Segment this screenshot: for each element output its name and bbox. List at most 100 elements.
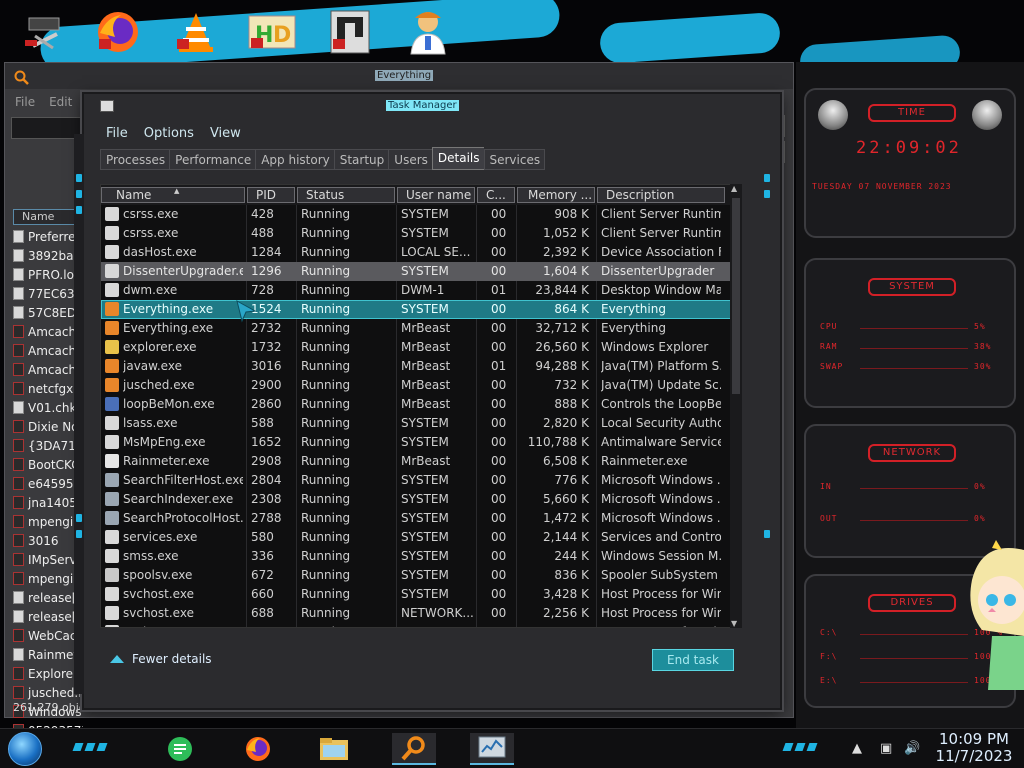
table-row[interactable]: loopBeMon.exe 2860 Running MrBeast 00 888 K Co… bbox=[101, 395, 741, 414]
scroll-up-icon[interactable]: ▲ bbox=[731, 184, 737, 193]
table-row[interactable]: csrss.exe 428 Running SYSTEM 00 908 K Client S… bbox=[101, 205, 741, 224]
column-header-status[interactable]: Status bbox=[297, 187, 395, 203]
table-row[interactable]: MsMpEng.exe 1652 Running SYSTEM 00 110,788 K A… bbox=[101, 433, 741, 452]
list-item[interactable]: IMpService bbox=[13, 550, 83, 569]
list-item[interactable]: Amcache.h bbox=[13, 360, 83, 379]
table-row[interactable]: explorer.exe 1732 Running MrBeast 00 26,560 K… bbox=[101, 338, 741, 357]
list-item[interactable]: ExplorerS bbox=[13, 664, 83, 683]
process-icon bbox=[105, 245, 119, 259]
table-row[interactable]: svchost.exe 776 Running LOCAL SE... 00 9,068 … bbox=[101, 623, 741, 627]
vertical-scrollbar[interactable]: ▲ ▼ bbox=[730, 184, 742, 628]
table-row[interactable]: smss.exe 336 Running SYSTEM 00 244 K Windows S… bbox=[101, 547, 741, 566]
tab-processes[interactable]: Processes bbox=[100, 149, 170, 170]
fewer-details-button[interactable]: Fewer details bbox=[110, 652, 212, 666]
taskbar-file-explorer[interactable] bbox=[312, 733, 356, 765]
table-row[interactable]: Everything.exe 2732 Running MrBeast 00 32,712… bbox=[101, 319, 741, 338]
hxd-desktop-icon[interactable]: HD bbox=[244, 6, 300, 58]
tab-users[interactable]: Users bbox=[388, 149, 432, 170]
list-item[interactable]: jna1405237 bbox=[13, 493, 83, 512]
list-item[interactable]: Rainmeter. bbox=[13, 645, 83, 664]
titlebar[interactable]: Task Manager bbox=[84, 94, 780, 120]
taskbar-everything[interactable] bbox=[392, 733, 436, 765]
table-row[interactable]: SearchFilterHost.exe 2804 Running SYSTEM 00 7… bbox=[101, 471, 741, 490]
tab-performance[interactable]: Performance bbox=[169, 149, 256, 170]
volume-icon[interactable]: 🔊 bbox=[904, 741, 920, 756]
cell-user: MrBeast bbox=[401, 340, 451, 354]
list-item[interactable]: release[1] bbox=[13, 588, 83, 607]
list-item[interactable]: e64595d9- bbox=[13, 474, 83, 493]
list-item[interactable]: release[1]. bbox=[13, 607, 83, 626]
column-header-name[interactable]: Name bbox=[13, 209, 83, 225]
taskbar-task-manager[interactable] bbox=[470, 733, 514, 765]
table-row[interactable]: Rainmeter.exe 2908 Running MrBeast 00 6,508 K… bbox=[101, 452, 741, 471]
column-header-memory[interactable]: Memory ... bbox=[517, 187, 595, 203]
list-item[interactable]: Dixie Norn bbox=[13, 417, 83, 436]
tab-app-history[interactable]: App history bbox=[255, 149, 334, 170]
table-row[interactable]: svchost.exe 688 Running NETWORK... 00 2,256 K… bbox=[101, 604, 741, 623]
list-item[interactable]: 57C8EDB9 bbox=[13, 303, 83, 322]
process-icon bbox=[105, 283, 119, 297]
menu-options[interactable]: Options bbox=[144, 126, 194, 141]
everything-titlebar[interactable]: Everything bbox=[5, 63, 793, 89]
list-item[interactable]: Amcache.h bbox=[13, 322, 83, 341]
table-row[interactable]: spoolsv.exe 672 Running SYSTEM 00 836 K Spoole… bbox=[101, 566, 741, 585]
list-item[interactable]: mpengine bbox=[13, 569, 83, 588]
table-row[interactable]: Everything.exe 1524 Running SYSTEM 00 864 K Ev… bbox=[101, 300, 741, 319]
column-header-user-name[interactable]: User name bbox=[397, 187, 475, 203]
show-hidden-icons-icon[interactable]: ▲ bbox=[852, 741, 862, 756]
table-row[interactable]: jusched.exe 2900 Running MrBeast 00 732 K Java… bbox=[101, 376, 741, 395]
table-row[interactable]: lsass.exe 588 Running SYSTEM 00 2,820 K Local … bbox=[101, 414, 741, 433]
menu-file[interactable]: File bbox=[15, 95, 35, 109]
table-row[interactable]: DissenterUpgrader.exe 1296 Running SYSTEM 00… bbox=[101, 262, 741, 281]
list-item[interactable]: PFRO.log bbox=[13, 265, 83, 284]
tab-startup[interactable]: Startup bbox=[333, 149, 389, 170]
tab-services[interactable]: Services bbox=[483, 149, 546, 170]
search-input[interactable] bbox=[11, 117, 83, 139]
table-row[interactable]: SearchProtocolHost.... 2788 Running SYSTEM 0… bbox=[101, 509, 741, 528]
scroll-down-icon[interactable]: ▼ bbox=[731, 619, 737, 628]
menu-file[interactable]: File bbox=[106, 126, 128, 141]
taskbar-firefox[interactable] bbox=[236, 733, 280, 765]
tools-desktop-icon[interactable] bbox=[16, 6, 72, 58]
vlc-desktop-icon[interactable] bbox=[168, 6, 224, 58]
list-item[interactable]: WebCache bbox=[13, 626, 83, 645]
table-row[interactable]: dasHost.exe 1284 Running LOCAL SE... 00 2,392… bbox=[101, 243, 741, 262]
end-task-button[interactable]: End task bbox=[652, 649, 734, 671]
list-item[interactable]: mpengine bbox=[13, 512, 83, 531]
network-icon[interactable]: ▣ bbox=[880, 741, 892, 756]
firefox-desktop-icon[interactable] bbox=[90, 6, 146, 58]
table-row[interactable]: svchost.exe 660 Running SYSTEM 00 3,428 K Host… bbox=[101, 585, 741, 604]
list-item[interactable]: Preferred bbox=[13, 227, 83, 246]
list-item[interactable]: jusched.lc bbox=[13, 683, 83, 702]
list-item[interactable]: 77EC63BD bbox=[13, 284, 83, 303]
file-icon bbox=[13, 458, 24, 471]
menu-view[interactable]: View bbox=[210, 126, 241, 141]
app-desktop-icon[interactable] bbox=[322, 6, 378, 58]
column-header-cpu[interactable]: C... bbox=[477, 187, 515, 203]
doctor-desktop-icon[interactable] bbox=[400, 6, 456, 58]
start-button[interactable] bbox=[8, 732, 42, 766]
table-row[interactable]: SearchIndexer.exe 2308 Running SYSTEM 00 5,66… bbox=[101, 490, 741, 509]
tab-details[interactable]: Details bbox=[431, 147, 484, 170]
list-item[interactable]: V01.chk bbox=[13, 398, 83, 417]
menu-edit[interactable]: Edit bbox=[49, 95, 72, 109]
table-row[interactable]: javaw.exe 3016 Running MrBeast 01 94,288 K Jav… bbox=[101, 357, 741, 376]
scroll-thumb[interactable] bbox=[732, 198, 740, 394]
taskbar-clock[interactable]: 10:09 PM 11/7/2023 bbox=[934, 731, 1014, 765]
list-item[interactable]: {3DA71D5A bbox=[13, 436, 83, 455]
table-row[interactable]: dwm.exe 728 Running DWM-1 01 23,844 K Desktop … bbox=[101, 281, 741, 300]
column-header-name[interactable]: ▲ Name bbox=[101, 187, 245, 203]
list-item[interactable]: netcfgx.0.e bbox=[13, 379, 83, 398]
list-item[interactable]: 3892ba63- bbox=[13, 246, 83, 265]
list-item[interactable]: Amcache.h bbox=[13, 341, 83, 360]
table-row[interactable]: csrss.exe 488 Running SYSTEM 00 1,052 K Client… bbox=[101, 224, 741, 243]
column-header-pid[interactable]: PID bbox=[247, 187, 295, 203]
cell-pid: 588 bbox=[251, 416, 274, 430]
list-item[interactable]: BootCKCL. bbox=[13, 455, 83, 474]
table-row[interactable]: services.exe 580 Running SYSTEM 00 2,144 K Ser… bbox=[101, 528, 741, 547]
table-header: ▲ Name PID Status User name C... Memory .… bbox=[101, 185, 741, 205]
taskbar-notes-app[interactable] bbox=[158, 733, 202, 765]
file-icon bbox=[13, 477, 24, 490]
column-header-description[interactable]: Description bbox=[597, 187, 725, 203]
list-item[interactable]: 3016 bbox=[13, 531, 83, 550]
